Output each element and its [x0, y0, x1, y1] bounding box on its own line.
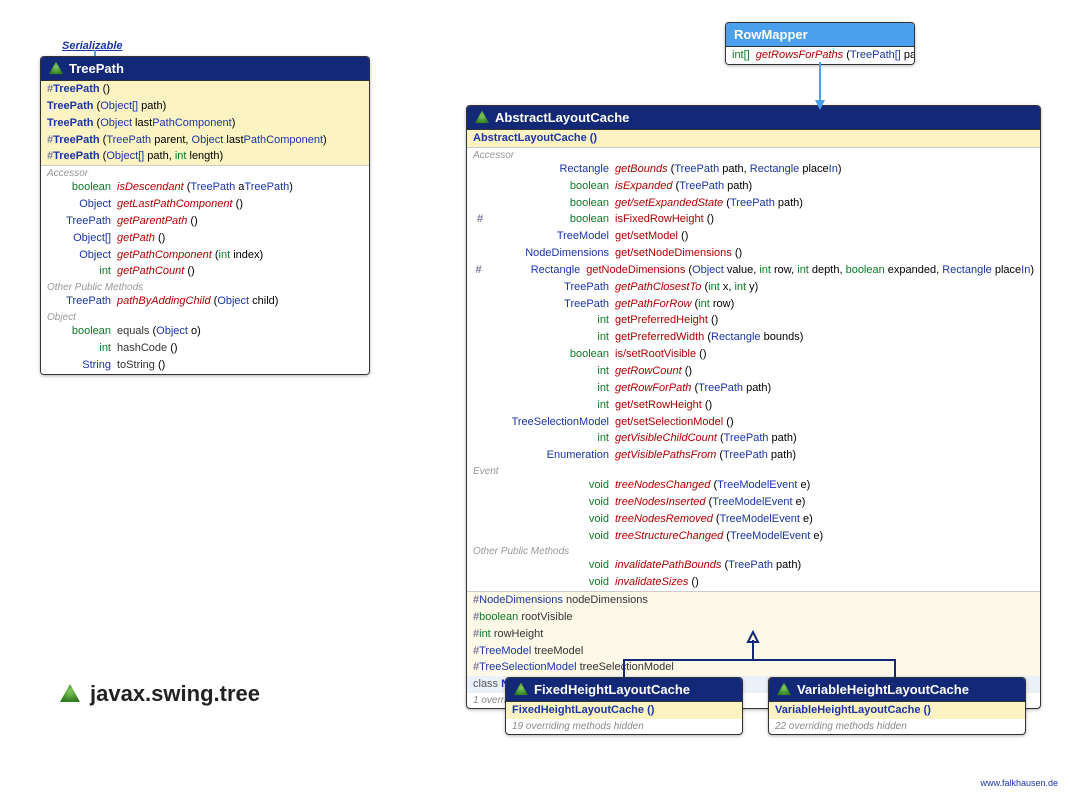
class-abstractlayoutcache: AbstractLayoutCache AbstractLayoutCache …	[466, 105, 1041, 709]
method-row: StringtoString ()	[41, 357, 369, 374]
method-row: voidtreeNodesChanged (TreeModelEvent e)	[467, 477, 1040, 494]
method-row: intget/setRowHeight ()	[467, 397, 1040, 414]
method-row: inthashCode ()	[41, 340, 369, 357]
constructor-row: #TreePath ()	[41, 81, 369, 98]
method-row: intgetRowCount ()	[467, 363, 1040, 380]
field-row: #TreeModel treeModel	[467, 643, 1040, 660]
section-heading: Other Public Methods	[41, 280, 369, 293]
footer-link[interactable]: www.falkhausen.de	[980, 778, 1058, 788]
method-row: voidinvalidateSizes ()	[467, 574, 1040, 591]
class-variableheightlayoutcache: VariableHeightLayoutCache VariableHeight…	[768, 677, 1026, 735]
class-fixedheightlayoutcache: FixedHeightLayoutCache FixedHeightLayout…	[505, 677, 743, 735]
method-row: voidtreeNodesInserted (TreeModelEvent e)	[467, 494, 1040, 511]
method-row: TreeSelectionModelget/setSelectionModel …	[467, 414, 1040, 431]
return-type: int[]	[732, 49, 750, 61]
method-row: #booleanisFixedRowHeight ()	[467, 211, 1040, 228]
method-row: booleanisExpanded (TreePath path)	[467, 178, 1040, 195]
method-row: ObjectgetPathComponent (int index)	[41, 247, 369, 264]
method-row: intgetPreferredHeight ()	[467, 312, 1040, 329]
method-row: intgetVisibleChildCount (TreePath path)	[467, 430, 1040, 447]
field-row: #int rowHeight	[467, 626, 1040, 643]
class-header: TreePath	[41, 57, 369, 81]
hidden-methods-note: 22 overriding methods hidden	[769, 719, 1025, 734]
method-row: booleanis/setRootVisible ()	[467, 346, 1040, 363]
method-row: ObjectgetLastPathComponent ()	[41, 196, 369, 213]
hidden-methods-note: 19 overriding methods hidden	[506, 719, 742, 734]
constructor-row: FixedHeightLayoutCache ()	[506, 702, 742, 719]
constructor-row: VariableHeightLayoutCache ()	[769, 702, 1025, 719]
section-heading: Event	[467, 464, 1040, 477]
serializable-interface-link[interactable]: Serializable	[62, 40, 123, 52]
method-row: #RectanglegetNodeDimensions (Object valu…	[467, 262, 1040, 279]
method-name: getRowsForPaths	[756, 49, 843, 61]
method-row: booleanisDescendant (TreePath aTreePath)	[41, 179, 369, 196]
method-row: intgetPathCount ()	[41, 263, 369, 280]
section-heading: Accessor	[467, 148, 1040, 161]
method-row: booleanequals (Object o)	[41, 323, 369, 340]
fields-section: #NodeDimensions nodeDimensions#boolean r…	[467, 592, 1040, 676]
tree-icon	[514, 683, 528, 697]
field-row: #NodeDimensions nodeDimensions	[467, 592, 1040, 609]
class-title: FixedHeightLayoutCache	[534, 682, 690, 697]
class-title: TreePath	[69, 61, 124, 76]
method-row: EnumerationgetVisiblePathsFrom (TreePath…	[467, 447, 1040, 464]
interface-header: RowMapper	[726, 23, 914, 47]
constructor-row: TreePath (Object[] path)	[41, 98, 369, 115]
section-heading: Other Public Methods	[467, 544, 1040, 557]
methods-section: AccessorRectanglegetBounds (TreePath pat…	[467, 148, 1040, 591]
constructors-section: #TreePath ()TreePath (Object[] path)Tree…	[41, 81, 369, 165]
class-treepath: TreePath #TreePath ()TreePath (Object[] …	[40, 56, 370, 375]
tree-icon	[475, 111, 489, 125]
section-heading: Object	[41, 310, 369, 323]
method-row: intgetPreferredWidth (Rectangle bounds)	[467, 329, 1040, 346]
method-row: voidtreeStructureChanged (TreeModelEvent…	[467, 528, 1040, 545]
constructor-row: #TreePath (TreePath parent, Object lastP…	[41, 132, 369, 149]
class-header: AbstractLayoutCache	[467, 106, 1040, 130]
method-row: TreePathgetPathClosestTo (int x, int y)	[467, 279, 1040, 296]
class-title: AbstractLayoutCache	[495, 110, 629, 125]
method-row: Object[]getPath ()	[41, 230, 369, 247]
field-row: #TreeSelectionModel treeSelectionModel	[467, 659, 1040, 676]
method-row: TreePathgetParentPath ()	[41, 213, 369, 230]
method-row: NodeDimensionsget/setNodeDimensions ()	[467, 245, 1040, 262]
method-row: TreePathpathByAddingChild (Object child)	[41, 293, 369, 310]
constructor-row: #TreePath (Object[] path, int length)	[41, 148, 369, 165]
field-row: #boolean rootVisible	[467, 609, 1040, 626]
method-row: TreeModelget/setModel ()	[467, 228, 1040, 245]
constructor-row: TreePath (Object lastPathComponent)	[41, 115, 369, 132]
method-row: booleanget/setExpandedState (TreePath pa…	[467, 195, 1040, 212]
method-row: int[] getRowsForPaths (TreePath[] path)	[726, 47, 914, 64]
class-title: VariableHeightLayoutCache	[797, 682, 969, 697]
tree-icon	[777, 683, 791, 697]
method-params: (TreePath[] path)	[846, 49, 915, 61]
section-heading: Accessor	[41, 166, 369, 179]
package-label: javax.swing.tree	[60, 681, 260, 707]
method-row: intgetRowForPath (TreePath path)	[467, 380, 1040, 397]
interface-rowmapper: RowMapper int[] getRowsForPaths (TreePat…	[725, 22, 915, 65]
method-row: voidtreeNodesRemoved (TreeModelEvent e)	[467, 511, 1040, 528]
method-row: TreePathgetPathForRow (int row)	[467, 296, 1040, 313]
constructor-row: AbstractLayoutCache ()	[467, 130, 1040, 147]
class-header: FixedHeightLayoutCache	[506, 678, 742, 702]
interface-title: RowMapper	[734, 27, 808, 42]
class-header: VariableHeightLayoutCache	[769, 678, 1025, 702]
tree-icon	[49, 62, 63, 76]
method-row: voidinvalidatePathBounds (TreePath path)	[467, 557, 1040, 574]
method-row: RectanglegetBounds (TreePath path, Recta…	[467, 161, 1040, 178]
tree-icon	[60, 684, 80, 704]
methods-section: AccessorbooleanisDescendant (TreePath aT…	[41, 166, 369, 373]
